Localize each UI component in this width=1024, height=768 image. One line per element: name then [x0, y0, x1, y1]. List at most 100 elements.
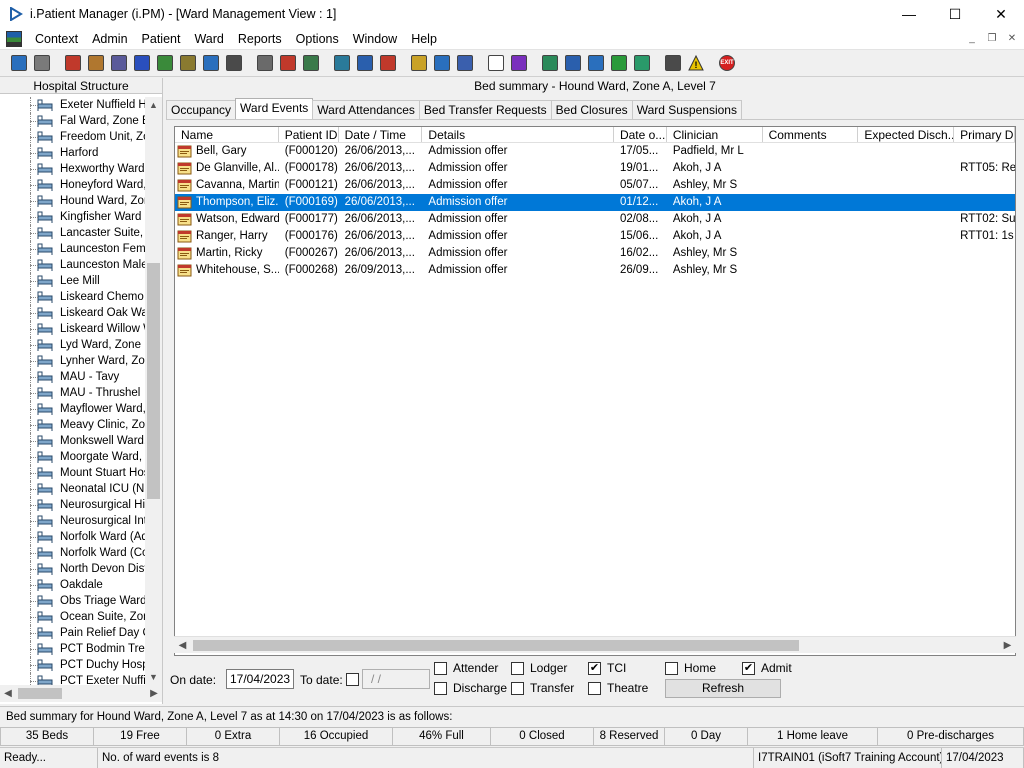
bed-flag-icon[interactable]: [200, 52, 222, 74]
column-header[interactable]: Date o...: [614, 127, 667, 142]
tree-item[interactable]: PCT Bodmin Treat: [0, 641, 145, 657]
tree-item[interactable]: Neurosurgical Inten: [0, 513, 145, 529]
column-header[interactable]: Patient ID: [279, 127, 339, 142]
tree-item[interactable]: PCT Exeter Nuffie: [0, 673, 145, 685]
table-row[interactable]: Martin, Ricky (F000267) 26/06/2013,... Admi…: [175, 245, 1015, 262]
tree-item[interactable]: PCT Duchy Hospit: [0, 657, 145, 673]
person-bed-icon[interactable]: [454, 52, 476, 74]
tree-horizontal-scrollbar[interactable]: ◀ ▶: [0, 685, 162, 702]
window-icon[interactable]: [354, 52, 376, 74]
table-row[interactable]: Cavanna, Martin (F000121) 26/06/2013,... Ad…: [175, 177, 1015, 194]
tab-ward-events[interactable]: Ward Events: [235, 98, 314, 119]
discharge-checkbox[interactable]: Discharge: [434, 681, 507, 695]
grid-scroll-right-icon[interactable]: ▶: [999, 637, 1016, 654]
tab-occupancy[interactable]: Occupancy: [166, 100, 237, 119]
column-header[interactable]: Clinician: [667, 127, 763, 142]
mdi-close-button[interactable]: ✕: [1004, 31, 1020, 45]
tree-item[interactable]: MAU - Tavy: [0, 369, 145, 385]
tree-item[interactable]: Liskeard Willow Wa: [0, 321, 145, 337]
tree-item[interactable]: Launceston Female: [0, 241, 145, 257]
table-row[interactable]: Ranger, Harry (F000176) 26/06/2013,... Admi…: [175, 228, 1015, 245]
mail-m-icon[interactable]: [131, 52, 153, 74]
mdi-minimize-button[interactable]: _: [964, 31, 980, 45]
maximize-button[interactable]: ☐: [932, 0, 978, 28]
mdi-child-icon[interactable]: [6, 30, 22, 47]
tree-item[interactable]: Hound Ward, Zone A: [0, 193, 145, 209]
scroll-right-icon[interactable]: ▶: [146, 685, 162, 702]
tab-bed-closures[interactable]: Bed Closures: [550, 100, 633, 119]
theatre-checkbox[interactable]: Theatre: [588, 681, 648, 695]
tree-item[interactable]: Honeyford Ward, Zo: [0, 177, 145, 193]
green-arrow-icon[interactable]: [608, 52, 630, 74]
table-row[interactable]: Watson, Edward (F000177) 26/06/2013,... Adm…: [175, 211, 1015, 228]
column-header[interactable]: Expected Disch...: [858, 127, 955, 142]
tree-item[interactable]: Lyd Ward, Zone D: [0, 337, 145, 353]
lodger-checkbox[interactable]: Lodger: [511, 661, 567, 675]
tree-item[interactable]: Freedom Unit, Zone: [0, 129, 145, 145]
bed-transfer-icon[interactable]: [431, 52, 453, 74]
tree-item[interactable]: Moorgate Ward, Zo: [0, 449, 145, 465]
bed-icon[interactable]: [223, 52, 245, 74]
bar-chart-icon[interactable]: [508, 52, 530, 74]
warning-icon[interactable]: !: [685, 52, 707, 74]
tree-item[interactable]: Oakdale: [0, 577, 145, 593]
grid-horizontal-scrollbar[interactable]: ◀ ▶: [174, 636, 1016, 653]
tab-ward-suspensions[interactable]: Ward Suspensions: [631, 100, 742, 119]
tree-item[interactable]: Mayflower Ward, Zo: [0, 401, 145, 417]
tree-item[interactable]: Lynher Ward, Zone: [0, 353, 145, 369]
tree-item[interactable]: Harford: [0, 145, 145, 161]
scroll-up-icon[interactable]: ▲: [145, 97, 162, 113]
list-icon[interactable]: [108, 52, 130, 74]
doctor-icon[interactable]: [154, 52, 176, 74]
table-row[interactable]: De Glanville, Al... (F000178) 26/06/2013,.…: [175, 160, 1015, 177]
scroll-down-icon[interactable]: ▼: [145, 669, 162, 685]
column-header[interactable]: Comments: [763, 127, 859, 142]
notes-icon[interactable]: [85, 52, 107, 74]
menu-options[interactable]: Options: [289, 28, 346, 50]
tree-item[interactable]: Exeter Nuffield Hosp: [0, 97, 145, 113]
tree-item[interactable]: Pain Relief Day Ca: [0, 625, 145, 641]
menu-context[interactable]: Context: [28, 28, 85, 50]
exit-icon[interactable]: EXIT: [716, 52, 738, 74]
grid-horizontal-scroll-thumb[interactable]: [193, 640, 799, 651]
form-icon[interactable]: [177, 52, 199, 74]
tree-vertical-scrollbar[interactable]: ▲ ▼: [145, 97, 162, 685]
menu-reports[interactable]: Reports: [231, 28, 289, 50]
check-down-icon[interactable]: [562, 52, 584, 74]
table-row[interactable]: Bell, Gary (F000120) 26/06/2013,... Admissi…: [175, 143, 1015, 160]
tree-item[interactable]: Meavy Clinic, Zone: [0, 417, 145, 433]
tree-item[interactable]: Neurosurgical High: [0, 497, 145, 513]
swap-green-icon[interactable]: [631, 52, 653, 74]
mdi-restore-button[interactable]: ❐: [984, 31, 1000, 45]
tree-item[interactable]: Ocean Suite, Zone: [0, 609, 145, 625]
tree-item[interactable]: MAU - Thrushel: [0, 385, 145, 401]
screen-icon[interactable]: [331, 52, 353, 74]
tree-item[interactable]: Monkswell Ward, Zo: [0, 433, 145, 449]
magnify-bed-icon[interactable]: [254, 52, 276, 74]
tree-item[interactable]: Fal Ward, Zone E: [0, 113, 145, 129]
swap-arrows-icon[interactable]: [662, 52, 684, 74]
admit-checkbox[interactable]: ✔ Admit: [742, 661, 792, 675]
table-row[interactable]: Whitehouse, S... (F000268) 26/09/2013,... A…: [175, 262, 1015, 279]
column-header[interactable]: Details: [422, 127, 614, 142]
to-date-input[interactable]: / /: [362, 669, 430, 689]
tree-item[interactable]: Mount Stuart Hospit: [0, 465, 145, 481]
tree-item[interactable]: Neonatal ICU (NNU): [0, 481, 145, 497]
attender-checkbox[interactable]: Attender: [434, 661, 498, 675]
no-entry-icon[interactable]: [377, 52, 399, 74]
tab-ward-attendances[interactable]: Ward Attendances: [312, 100, 420, 119]
grid-scroll-left-icon[interactable]: ◀: [174, 637, 191, 654]
person-icon[interactable]: [8, 52, 30, 74]
monitor-icon[interactable]: [300, 52, 322, 74]
refresh-button[interactable]: Refresh: [665, 679, 781, 698]
tree-item[interactable]: Lee Mill: [0, 273, 145, 289]
home-checkbox[interactable]: Home: [665, 661, 716, 675]
tree-item[interactable]: Liskeard Chemo Day: [0, 289, 145, 305]
column-header[interactable]: Date / Time: [339, 127, 423, 142]
tree-item[interactable]: Liskeard Oak Ward: [0, 305, 145, 321]
menu-admin[interactable]: Admin: [85, 28, 134, 50]
clock-icon[interactable]: [277, 52, 299, 74]
menu-window[interactable]: Window: [346, 28, 404, 50]
menu-ward[interactable]: Ward: [187, 28, 230, 50]
menu-patient[interactable]: Patient: [135, 28, 188, 50]
